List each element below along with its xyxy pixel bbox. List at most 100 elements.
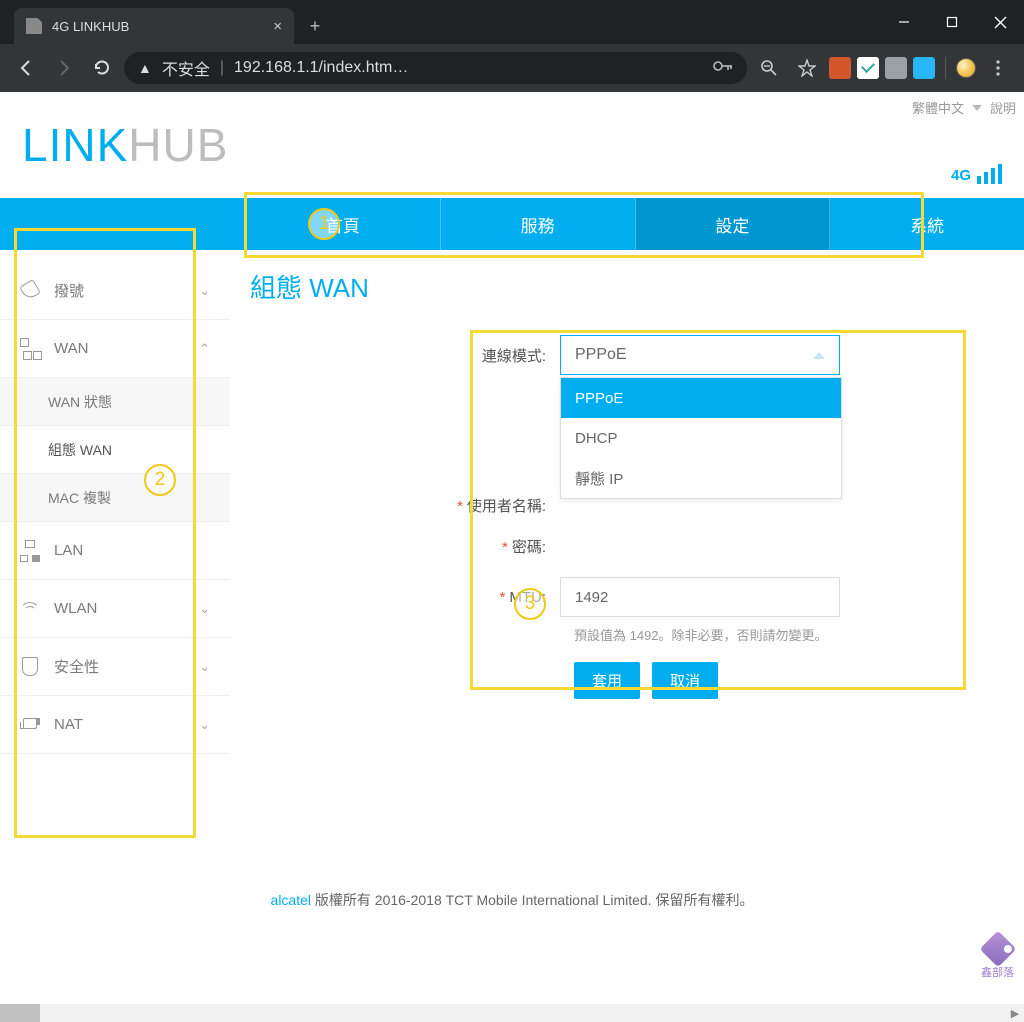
tab-system[interactable]: 系統 bbox=[830, 198, 1024, 250]
logo-text-2: HUB bbox=[128, 119, 228, 171]
sidebar-label: WAN bbox=[54, 340, 88, 357]
tab-close-icon[interactable]: × bbox=[273, 18, 282, 35]
signal-bars-icon bbox=[977, 164, 1002, 184]
sidebar-item-lan[interactable]: LAN bbox=[0, 522, 230, 580]
horizontal-scrollbar[interactable]: ▶ bbox=[0, 1004, 1024, 1022]
footer: alcatel 版權所有 2016-2018 TCT Mobile Intern… bbox=[0, 890, 1024, 910]
extension-icon-2[interactable] bbox=[857, 57, 879, 79]
apply-button[interactable]: 套用 bbox=[574, 662, 640, 699]
dropdown-arrow-icon bbox=[813, 352, 825, 359]
profile-avatar-icon[interactable] bbox=[956, 58, 976, 78]
nav-forward-icon bbox=[48, 52, 80, 84]
sidebar: 撥號 ⌄ WAN ⌃ WAN 狀態 組態 WAN MAC 複製 LAN WLAN… bbox=[0, 262, 230, 754]
sidebar-sub-wan-config[interactable]: 組態 WAN bbox=[0, 426, 230, 474]
sidebar-item-nat[interactable]: NAT ⌄ bbox=[0, 696, 230, 754]
browser-address-bar: ▲ 不安全 | 192.168.1.1/index.htm… bbox=[0, 44, 1024, 92]
language-selector[interactable]: 繁體中文 bbox=[912, 98, 964, 117]
wlan-icon bbox=[20, 598, 42, 620]
connection-mode-label: 連線模式: bbox=[250, 345, 560, 366]
shield-icon bbox=[20, 656, 42, 678]
nav-reload-icon[interactable] bbox=[86, 52, 118, 84]
nav-back-icon[interactable] bbox=[10, 52, 42, 84]
sidebar-label: 撥號 bbox=[54, 280, 84, 301]
window-minimize-icon[interactable] bbox=[880, 0, 928, 44]
tab-services[interactable]: 服務 bbox=[441, 198, 636, 250]
tab-title: 4G LINKHUB bbox=[52, 19, 129, 34]
lan-icon bbox=[20, 540, 42, 562]
insecure-warning-icon: ▲ bbox=[138, 60, 152, 76]
chevron-down-icon: ⌄ bbox=[199, 659, 210, 675]
select-value: PPPoE bbox=[575, 346, 627, 364]
chevron-down-icon: ⌄ bbox=[199, 717, 210, 733]
mtu-input[interactable] bbox=[560, 577, 840, 617]
row-connection-mode: 連線模式: PPPoE PPPoE DHCP 靜態 IP bbox=[250, 335, 1006, 375]
scrollbar-thumb[interactable] bbox=[0, 1004, 40, 1022]
sidebar-label: 安全性 bbox=[54, 656, 99, 677]
connection-mode-select[interactable]: PPPoE PPPoE DHCP 靜態 IP bbox=[560, 335, 840, 375]
signal-label: 4G bbox=[951, 167, 971, 184]
sidebar-sub-wan-status[interactable]: WAN 狀態 bbox=[0, 378, 230, 426]
signal-indicator: 4G bbox=[951, 164, 1002, 184]
watermark-text: 鑫部落 bbox=[981, 967, 1014, 979]
username-label: *使用者名稱: bbox=[250, 495, 560, 516]
sidebar-label: NAT bbox=[54, 716, 83, 733]
phone-icon bbox=[20, 280, 42, 302]
sidebar-item-dial[interactable]: 撥號 ⌄ bbox=[0, 262, 230, 320]
window-close-icon[interactable] bbox=[976, 0, 1024, 44]
window-maximize-icon[interactable] bbox=[928, 0, 976, 44]
browser-titlebar: 4G LINKHUB × + bbox=[0, 0, 1024, 44]
connection-mode-dropdown: PPPoE DHCP 靜態 IP bbox=[560, 377, 842, 499]
chevron-down-icon bbox=[972, 105, 982, 111]
extension-icon-4[interactable] bbox=[913, 57, 935, 79]
url-insecure-label: 不安全 bbox=[162, 56, 210, 80]
url-text: 192.168.1.1/index.htm… bbox=[234, 59, 408, 77]
footer-text: 版權所有 2016-2018 TCT Mobile International … bbox=[311, 892, 753, 908]
password-label: *密碼: bbox=[250, 536, 560, 557]
url-separator: | bbox=[220, 59, 224, 77]
dropdown-option-pppoe[interactable]: PPPoE bbox=[561, 378, 841, 418]
logo-text-1: LINK bbox=[22, 119, 128, 171]
mtu-hint: 預設值為 1492。除非必要，否則請勿變更。 bbox=[574, 625, 1006, 644]
watermark: 鑫部落 bbox=[981, 936, 1014, 980]
extension-icon-3[interactable] bbox=[885, 57, 907, 79]
browser-tab[interactable]: 4G LINKHUB × bbox=[14, 8, 294, 44]
page-viewport: 繁體中文 說明 LINKHUB 4G 首頁 服務 設定 系統 撥號 ⌄ WAN … bbox=[0, 92, 1024, 1004]
chevron-down-icon: ⌄ bbox=[199, 283, 210, 299]
sidebar-label: WLAN bbox=[54, 600, 97, 617]
main-content: 組態 WAN 連線模式: PPPoE PPPoE DHCP 靜態 IP *使用者… bbox=[250, 268, 1006, 699]
url-box[interactable]: ▲ 不安全 | 192.168.1.1/index.htm… bbox=[124, 52, 747, 84]
row-mtu: *MTU: bbox=[250, 577, 1006, 617]
brand-logo: LINKHUB bbox=[22, 118, 228, 172]
file-icon bbox=[26, 18, 42, 34]
sidebar-item-wan[interactable]: WAN ⌃ bbox=[0, 320, 230, 378]
tab-settings[interactable]: 設定 bbox=[636, 198, 831, 250]
new-tab-button[interactable]: + bbox=[300, 11, 330, 41]
password-key-icon[interactable] bbox=[713, 59, 733, 77]
help-link[interactable]: 說明 bbox=[990, 98, 1016, 117]
dropdown-option-static-ip[interactable]: 靜態 IP bbox=[561, 458, 841, 498]
main-nav: 首頁 服務 設定 系統 bbox=[0, 198, 1024, 250]
page-title: 組態 WAN bbox=[250, 268, 1006, 305]
zoom-icon[interactable] bbox=[753, 52, 785, 84]
watermark-diamond-icon bbox=[979, 931, 1016, 968]
chevron-up-icon: ⌃ bbox=[199, 341, 210, 357]
dropdown-option-dhcp[interactable]: DHCP bbox=[561, 418, 841, 458]
sidebar-wan-submenu: WAN 狀態 組態 WAN MAC 複製 bbox=[0, 378, 230, 522]
tab-home[interactable]: 首頁 bbox=[246, 198, 441, 250]
scrollbar-arrow-right-icon[interactable]: ▶ bbox=[1006, 1004, 1024, 1022]
wan-icon bbox=[20, 338, 42, 360]
top-right-controls: 繁體中文 說明 bbox=[912, 98, 1016, 117]
browser-menu-icon[interactable] bbox=[982, 52, 1014, 84]
chevron-down-icon: ⌄ bbox=[199, 601, 210, 617]
cancel-button[interactable]: 取消 bbox=[652, 662, 718, 699]
sidebar-item-security[interactable]: 安全性 ⌄ bbox=[0, 638, 230, 696]
sidebar-sub-mac-clone[interactable]: MAC 複製 bbox=[0, 474, 230, 522]
extension-icon-1[interactable] bbox=[829, 57, 851, 79]
mtu-label: *MTU: bbox=[250, 589, 560, 606]
sidebar-item-wlan[interactable]: WLAN ⌄ bbox=[0, 580, 230, 638]
form-buttons: 套用 取消 bbox=[574, 662, 1006, 699]
bookmark-star-icon[interactable] bbox=[791, 52, 823, 84]
row-password: *密碼: bbox=[250, 536, 1006, 557]
toolbar-separator bbox=[945, 57, 946, 79]
sidebar-label: LAN bbox=[54, 542, 83, 559]
